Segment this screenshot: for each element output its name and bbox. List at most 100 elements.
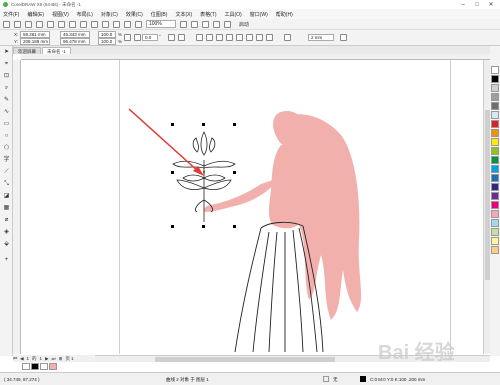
scale-y-field[interactable]: 100.0 (98, 38, 116, 45)
handle-bottom-right[interactable] (233, 225, 236, 228)
export-icon[interactable] (124, 20, 131, 28)
save-icon[interactable] (25, 20, 32, 28)
palette-swatch[interactable] (491, 174, 499, 182)
redo-icon[interactable] (91, 20, 98, 28)
handle-bottom-center[interactable] (202, 225, 205, 228)
tab-untitled-1[interactable]: 未命名 -1 (42, 47, 71, 54)
prev-page-icon[interactable]: ◀ (20, 355, 23, 362)
next-page-icon[interactable]: ▶ (45, 355, 48, 362)
menu-file[interactable]: 文件(F) (3, 11, 19, 18)
handle-top-right[interactable] (233, 123, 236, 126)
ellipse-tool-icon[interactable]: ○ (3, 133, 10, 140)
pick-tool-icon[interactable]: ➤ (3, 49, 10, 56)
mirror-vertical-icon[interactable] (178, 34, 185, 41)
copy-icon[interactable] (58, 20, 65, 28)
menu-text[interactable]: 文本(X) (175, 11, 192, 18)
palette-swatch[interactable] (491, 201, 499, 209)
snap-to-icon[interactable] (213, 20, 220, 28)
shape-tool-icon[interactable]: ⌖ (3, 61, 10, 68)
palette-swatch[interactable] (491, 228, 499, 236)
rectangle-tool-icon[interactable]: ▭ (3, 121, 10, 128)
weld-icon[interactable] (196, 34, 203, 41)
cut-icon[interactable] (47, 20, 54, 28)
vertical-ruler[interactable] (13, 60, 21, 354)
polygon-tool-icon[interactable]: ⬠ (3, 145, 10, 152)
menu-view[interactable]: 视图(V) (52, 11, 69, 18)
options-gear-icon[interactable] (224, 20, 231, 28)
palette-swatch[interactable] (491, 165, 499, 173)
minimize-icon[interactable]: – (456, 0, 470, 9)
freehand-tool-icon[interactable]: ✎ (3, 97, 10, 104)
handle-top-left[interactable] (171, 123, 174, 126)
front-minus-back-icon[interactable] (236, 34, 243, 41)
menu-window[interactable]: 窗口(W) (250, 11, 268, 18)
artistic-media-icon[interactable]: ∿ (3, 109, 10, 116)
palette-swatch[interactable] (491, 84, 499, 92)
add-tool-icon[interactable]: + (3, 257, 10, 264)
rotation-field[interactable]: 0.0 (142, 34, 158, 41)
drawing-canvas[interactable]: × (21, 60, 491, 354)
fill-swatch-icon[interactable] (323, 376, 329, 382)
open-icon[interactable] (14, 20, 21, 28)
add-page-icon[interactable]: ⊞ (59, 355, 63, 362)
nudge-distance-field[interactable]: 2 mm (308, 34, 334, 41)
intersect-icon[interactable] (216, 34, 223, 41)
palette-swatch[interactable] (491, 147, 499, 155)
palette-swatch[interactable] (491, 75, 499, 83)
palette-swatch[interactable] (491, 66, 499, 74)
first-page-icon[interactable]: ⏮ (13, 355, 17, 362)
palette-swatch[interactable] (491, 120, 499, 128)
simplify-icon[interactable] (226, 34, 233, 41)
paste-icon[interactable] (69, 20, 76, 28)
menu-bitmaps[interactable]: 位图(B) (151, 11, 168, 18)
x-position-field[interactable]: 59.261 mm (20, 31, 50, 38)
menu-object[interactable]: 对象(C) (101, 11, 118, 18)
doc-color-black[interactable] (31, 363, 39, 370)
close-icon[interactable]: ✕ (484, 0, 498, 9)
parallel-dimension-icon[interactable]: ⟋ (3, 169, 10, 176)
duplicate-icon[interactable] (340, 34, 347, 41)
handle-middle-right[interactable] (233, 171, 236, 174)
palette-swatch[interactable] (491, 246, 499, 254)
align-distribute-icon[interactable] (266, 34, 273, 41)
menu-edit[interactable]: 编辑(E) (27, 11, 44, 18)
crop-tool-icon[interactable]: ⊡ (3, 73, 10, 80)
trim-icon[interactable] (206, 34, 213, 41)
horizontal-scroll-thumb[interactable] (155, 357, 335, 362)
maximize-icon[interactable]: □ (470, 0, 484, 9)
handle-middle-left[interactable] (171, 171, 174, 174)
doc-color-white[interactable] (22, 363, 30, 370)
y-position-field[interactable]: 208.189 mm (20, 38, 50, 45)
back-minus-front-icon[interactable] (246, 34, 253, 41)
launch-button[interactable]: 启动 (239, 21, 249, 28)
palette-swatch[interactable] (491, 111, 499, 119)
eyedropper-icon[interactable]: ⌀ (3, 217, 10, 224)
zoom-tool-icon[interactable]: ⌕ (3, 85, 10, 92)
page-tab[interactable]: 页 1 (65, 355, 73, 362)
mirror-horizontal-icon[interactable] (168, 34, 175, 41)
height-field[interactable]: 96.478 mm (60, 38, 90, 45)
outline-width-icon[interactable] (284, 34, 291, 41)
show-rulers-icon[interactable] (191, 20, 198, 28)
palette-swatch[interactable] (491, 183, 499, 191)
full-screen-icon[interactable] (180, 20, 187, 28)
width-field[interactable]: 45.343 mm (60, 31, 90, 38)
palette-swatch[interactable] (491, 156, 499, 164)
last-page-icon[interactable]: ⏭ (52, 355, 56, 362)
print-icon[interactable] (36, 20, 43, 28)
new-document-icon[interactable] (3, 20, 10, 28)
scale-x-field[interactable]: 100.0 (98, 31, 116, 38)
menu-help[interactable]: 帮助(H) (276, 11, 293, 18)
handle-bottom-left[interactable] (171, 225, 174, 228)
palette-swatch[interactable] (491, 93, 499, 101)
transparency-tool-icon[interactable]: ▦ (3, 205, 10, 212)
lock-ratio-icon[interactable] (124, 34, 131, 41)
palette-swatch[interactable] (491, 192, 499, 200)
palette-swatch[interactable] (491, 237, 499, 245)
publish-pdf-icon[interactable] (135, 20, 142, 28)
menu-table[interactable]: 表格(T) (200, 11, 216, 18)
palette-swatch[interactable] (491, 129, 499, 137)
connector-tool-icon[interactable]: ⤡ (3, 181, 10, 188)
palette-swatch[interactable] (491, 138, 499, 146)
zoom-level-select[interactable]: 100% (146, 20, 176, 28)
